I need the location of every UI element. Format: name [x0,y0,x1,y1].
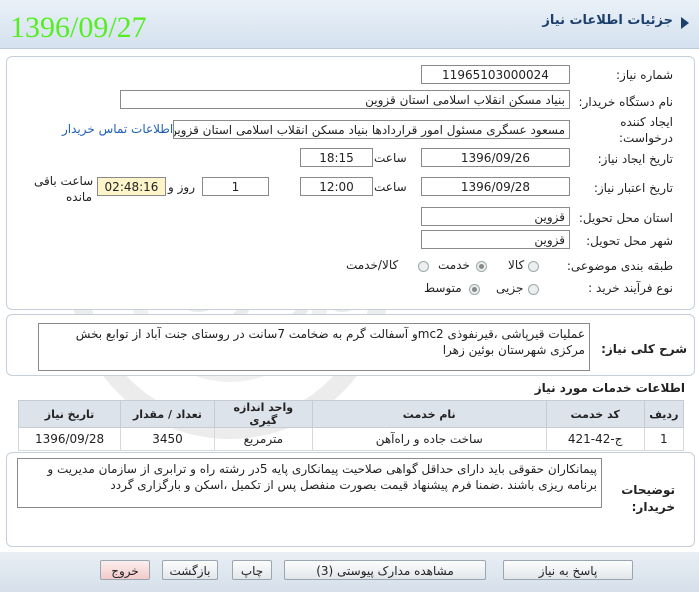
cell-service-name: ساخت جاده و راه‌آهن [311,427,547,451]
description-label: شرح کلی نیاز: [601,342,687,356]
province-field: قزوین [421,207,570,226]
cell-service-code: ج-42-421 [545,427,645,451]
col-header-service-name: نام خدمت [311,400,547,428]
page-header: 1396/09/27 جزئیات اطلاعات نیاز [0,0,699,49]
date-stamp: 1396/09/27 [10,11,147,44]
category-radio-goods-service[interactable] [418,261,429,272]
category-option-goods-service: کالا/خدمت [346,258,399,272]
process-option-minor: جزیی [496,281,524,295]
buyer-org-label: نام دستگاه خریدار: [578,95,674,109]
col-header-need-date: تاریخ نیاز [17,400,122,428]
process-radio-minor[interactable] [528,284,539,295]
need-number-field: 1196510300002‪4 [421,65,570,84]
creator-label-1: ایجاد کننده [620,115,673,129]
need-number-label: شماره نیاز: [616,68,673,82]
cell-unit: مترمربع [213,427,313,451]
creator-label-2: درخواست: [619,131,673,145]
category-label: طبقه بندی موضوعی: [566,259,673,273]
province-label: استان محل تحویل: [578,211,673,225]
creator-field: مسعود عسگری مسئول امور قراردادها بنیاد م… [173,120,570,139]
services-section-title: اطلاعات خدمات مورد نیاز [534,381,685,395]
process-radio-medium[interactable] [469,284,480,295]
city-label: شهر محل تحویل: [586,234,673,248]
col-header-quantity: تعداد / مقدار [120,400,215,428]
col-header-unit: واحد اندازه گیری [213,400,313,428]
validity-time-field: 12:00 [300,177,373,196]
col-header-service-code: کد خدمت [545,400,645,428]
print-button[interactable]: چاپ [232,560,272,580]
category-option-service: خدمت [438,258,470,272]
category-option-goods: کالا [508,258,525,272]
view-documents-button[interactable]: مشاهده مدارک پیوستی (3) [284,560,486,580]
back-button[interactable]: بازگشت [162,560,218,580]
cell-row-number: 1 [643,427,685,451]
page-title: جزئیات اطلاعات نیاز [542,13,673,28]
remaining-time-field: 02:48:16 [97,177,166,196]
days-label: روز و [168,180,195,194]
buyer-notes-label-2: خریدار: [631,500,675,514]
validity-time-label: ساعت [374,180,407,194]
remaining-label-1: ساعت باقی [34,174,94,188]
collapse-arrow-icon[interactable] [681,17,689,29]
city-field: قزوین [421,230,570,249]
cell-quantity: 3450 [120,427,215,451]
remaining-label-2: مانده [66,190,93,204]
days-field: 1 [202,177,269,196]
created-date-label: تاریخ ایجاد نیاز: [597,152,673,166]
created-time-field: 18:15 [300,148,373,167]
buyer-notes-label-1: توضیحات [621,483,675,497]
services-table: ردیف کد خدمت نام خدمت واحد اندازه گیری ت… [17,400,685,451]
table-row[interactable]: 1 ج-42-421 ساخت جاده و راه‌آهن مترمربع 3… [17,427,685,451]
created-time-label: ساعت [374,151,407,165]
description-field: عملیات قیرپاشی ،قیرنفوذی mc2و آسفالت گرم… [38,323,590,371]
validity-date-field: 1396/09/28 [421,177,570,196]
buyer-notes-field: پیمانکاران حقوقی باید دارای حداقل گواهی … [17,458,602,508]
exit-button[interactable]: خروج [100,560,150,580]
buyer-org-field: بنیاد مسکن انقلاب اسلامی استان قزوین [120,90,570,109]
category-radio-goods[interactable] [528,261,539,272]
contact-buyer-link[interactable]: اطلاعات تماس خریدار [62,122,173,136]
table-header-row: ردیف کد خدمت نام خدمت واحد اندازه گیری ت… [17,400,685,428]
respond-button[interactable]: پاسخ به نیاز [503,560,633,580]
validity-date-label: تاریخ اعتبار نیاز: [593,181,673,195]
category-radio-service[interactable] [476,261,487,272]
col-header-row-number: ردیف [643,400,685,428]
cell-need-date: 1396/09/28 [17,427,122,451]
process-label: نوع فرآیند خرید : [588,281,673,295]
process-option-medium: متوسط [424,281,462,295]
created-date-field: 1396/09/26 [421,148,570,167]
